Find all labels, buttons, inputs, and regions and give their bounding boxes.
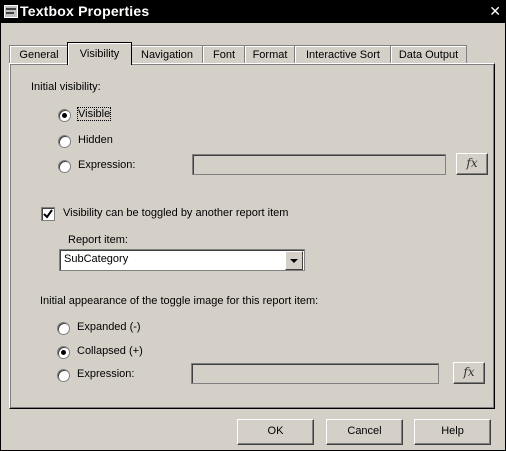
tab-label: Interactive Sort — [306, 49, 380, 61]
dialog-window: Textbox Properties ✕ General Visibility … — [0, 0, 506, 451]
tab-label: General — [19, 49, 59, 61]
help-button[interactable]: Help — [414, 419, 491, 445]
appearance-section: Initial appearance of the toggle image f… — [9, 63, 493, 407]
initial-appearance-label: Initial appearance of the toggle image f… — [40, 295, 319, 307]
tab-label: Visibility — [79, 48, 120, 60]
tab-navigation[interactable]: Navigation — [130, 45, 204, 64]
close-icon[interactable]: ✕ — [489, 3, 501, 20]
expanded-radio-label[interactable]: Expanded (-) — [77, 321, 141, 333]
tab-data-output[interactable]: Data Output — [390, 45, 467, 64]
appearance-expression-radio[interactable] — [57, 369, 70, 382]
tab-label: Navigation — [141, 49, 193, 61]
tab-visibility[interactable]: Visibility — [67, 42, 132, 65]
collapsed-radio[interactable] — [57, 346, 70, 359]
ok-button[interactable]: OK — [237, 419, 314, 445]
tab-font[interactable]: Font — [202, 45, 246, 64]
tab-label: Data Output — [398, 49, 459, 61]
tab-interactive-sort[interactable]: Interactive Sort — [294, 45, 392, 64]
appearance-expression-field[interactable] — [191, 363, 439, 384]
title-bar[interactable]: Textbox Properties ✕ — [1, 1, 505, 23]
fx-button[interactable]: fx — [453, 362, 485, 384]
collapsed-radio-label[interactable]: Collapsed (+) — [77, 345, 143, 357]
tab-format[interactable]: Format — [244, 45, 296, 64]
tab-label: Font — [212, 49, 235, 61]
fx-icon: fx — [463, 365, 475, 379]
expanded-radio[interactable] — [57, 322, 70, 335]
tab-general[interactable]: General — [9, 45, 69, 64]
appearance-expression-radio-label[interactable]: Expression: — [77, 368, 134, 380]
tab-label: Format — [252, 49, 288, 61]
cancel-button[interactable]: Cancel — [326, 419, 403, 445]
textbox-icon — [4, 5, 18, 18]
window-title: Textbox Properties — [20, 3, 150, 19]
